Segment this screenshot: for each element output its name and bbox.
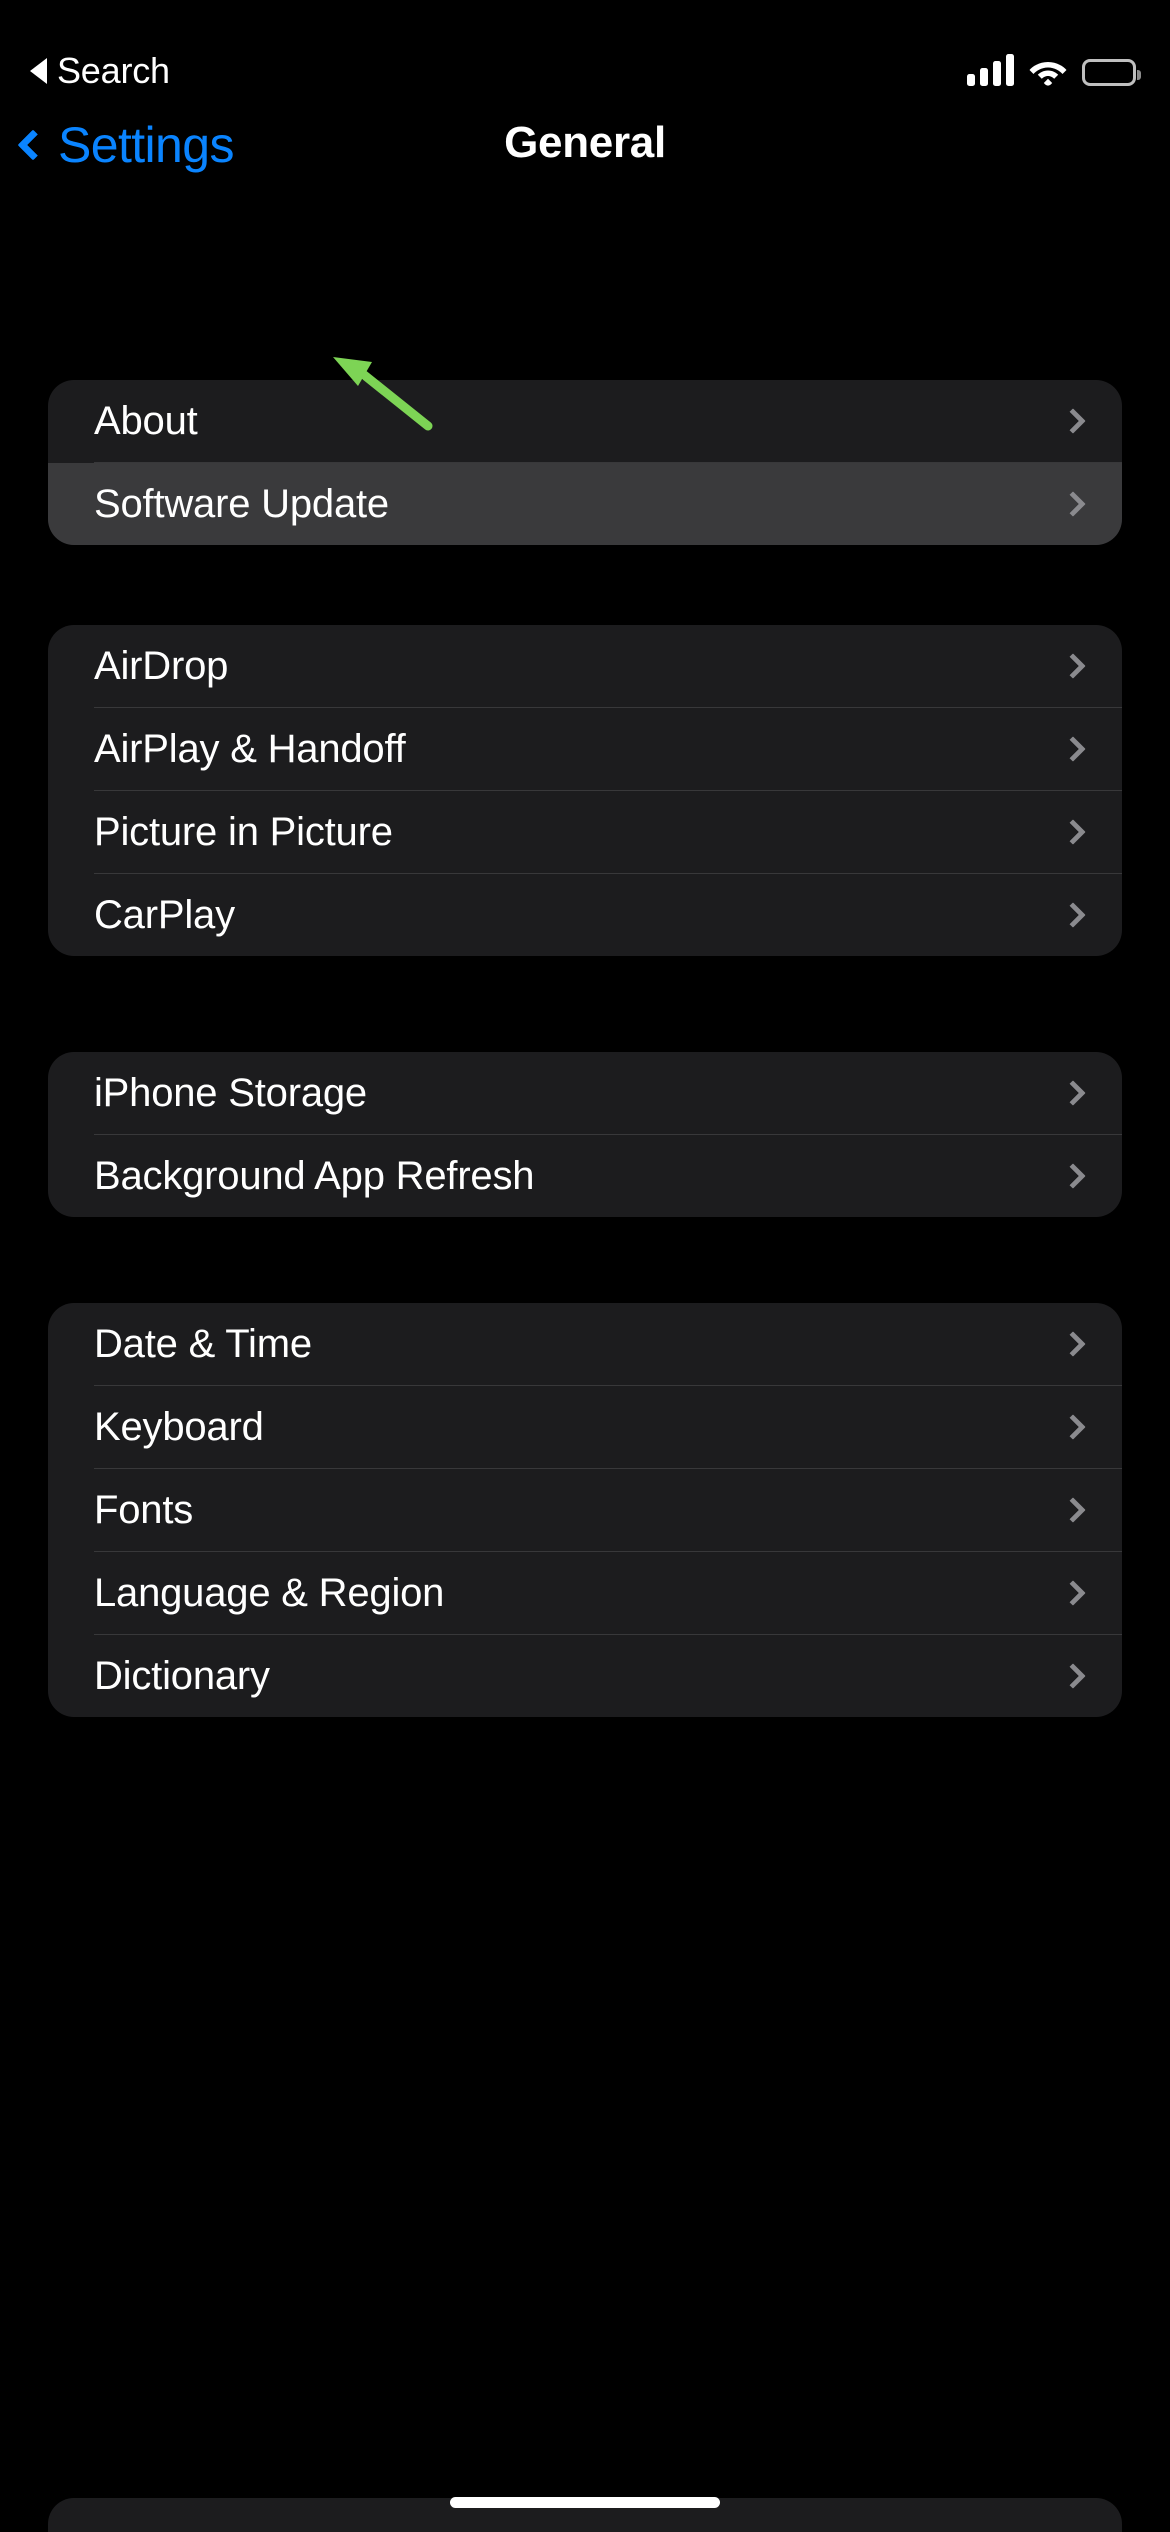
row-label: CarPlay bbox=[94, 892, 235, 937]
row-label: iPhone Storage bbox=[94, 1070, 367, 1115]
settings-row-picture-in-picture[interactable]: Picture in Picture bbox=[48, 791, 1122, 873]
settings-row-airplay-handoff[interactable]: AirPlay & Handoff bbox=[48, 708, 1122, 790]
settings-row-language-region[interactable]: Language & Region bbox=[48, 1552, 1122, 1634]
chevron-right-icon bbox=[1060, 1080, 1086, 1106]
settings-row-dictionary[interactable]: Dictionary bbox=[48, 1635, 1122, 1717]
wifi-icon bbox=[1028, 56, 1068, 86]
row-label: Dictionary bbox=[94, 1653, 270, 1698]
settings-list: About Software Update AirDrop AirPlay & … bbox=[0, 214, 1170, 1717]
settings-row-background-app-refresh[interactable]: Background App Refresh bbox=[48, 1135, 1122, 1217]
row-label: Keyboard bbox=[94, 1404, 264, 1449]
page-title: General bbox=[504, 118, 666, 167]
row-label: Software Update bbox=[94, 481, 389, 526]
chevron-right-icon bbox=[1060, 1580, 1086, 1606]
settings-group-storage: iPhone Storage Background App Refresh bbox=[48, 1052, 1122, 1217]
settings-row-date-time[interactable]: Date & Time bbox=[48, 1303, 1122, 1385]
chevron-right-icon bbox=[1060, 1331, 1086, 1357]
battery-icon bbox=[1082, 59, 1141, 86]
row-label: Language & Region bbox=[94, 1570, 445, 1615]
cellular-bars-icon bbox=[967, 54, 1014, 86]
row-label: Fonts bbox=[94, 1487, 194, 1532]
row-label: Background App Refresh bbox=[94, 1153, 535, 1198]
settings-row-carplay[interactable]: CarPlay bbox=[48, 874, 1122, 956]
row-label: Date & Time bbox=[94, 1321, 312, 1366]
settings-row-iphone-storage[interactable]: iPhone Storage bbox=[48, 1052, 1122, 1134]
chevron-right-icon bbox=[1060, 1497, 1086, 1523]
chevron-right-icon bbox=[1060, 1414, 1086, 1440]
chevron-right-icon bbox=[1060, 902, 1086, 928]
chevron-right-icon bbox=[1060, 653, 1086, 679]
navigation-bar: Settings General bbox=[0, 104, 1170, 214]
row-label: AirPlay & Handoff bbox=[94, 726, 406, 771]
back-triangle-icon bbox=[30, 58, 47, 84]
row-label: About bbox=[94, 398, 198, 443]
chevron-right-icon bbox=[1060, 408, 1086, 434]
chevron-right-icon bbox=[1060, 1663, 1086, 1689]
settings-row-about[interactable]: About bbox=[48, 380, 1122, 462]
home-indicator[interactable] bbox=[450, 2497, 720, 2508]
chevron-right-icon bbox=[1060, 1163, 1086, 1189]
settings-group-sharing: AirDrop AirPlay & Handoff Picture in Pic… bbox=[48, 625, 1122, 956]
settings-row-fonts[interactable]: Fonts bbox=[48, 1469, 1122, 1551]
return-app-label: Search bbox=[57, 50, 170, 91]
settings-row-software-update[interactable]: Software Update bbox=[48, 463, 1122, 545]
chevron-right-icon bbox=[1060, 736, 1086, 762]
chevron-right-icon bbox=[1060, 491, 1086, 517]
row-label: AirDrop bbox=[94, 643, 229, 688]
settings-group-info: About Software Update bbox=[48, 380, 1122, 545]
settings-group-localization: Date & Time Keyboard Fonts Language & Re… bbox=[48, 1303, 1122, 1717]
chevron-right-icon bbox=[1060, 819, 1086, 845]
status-bar-indicators bbox=[967, 44, 1141, 86]
status-bar: Search bbox=[0, 0, 1170, 104]
row-label: Picture in Picture bbox=[94, 809, 393, 854]
iphone-screen: Search Settings General About Software U… bbox=[0, 0, 1170, 2532]
settings-row-keyboard[interactable]: Keyboard bbox=[48, 1386, 1122, 1468]
return-to-search-button[interactable]: Search bbox=[30, 50, 170, 92]
settings-row-airdrop[interactable]: AirDrop bbox=[48, 625, 1122, 707]
